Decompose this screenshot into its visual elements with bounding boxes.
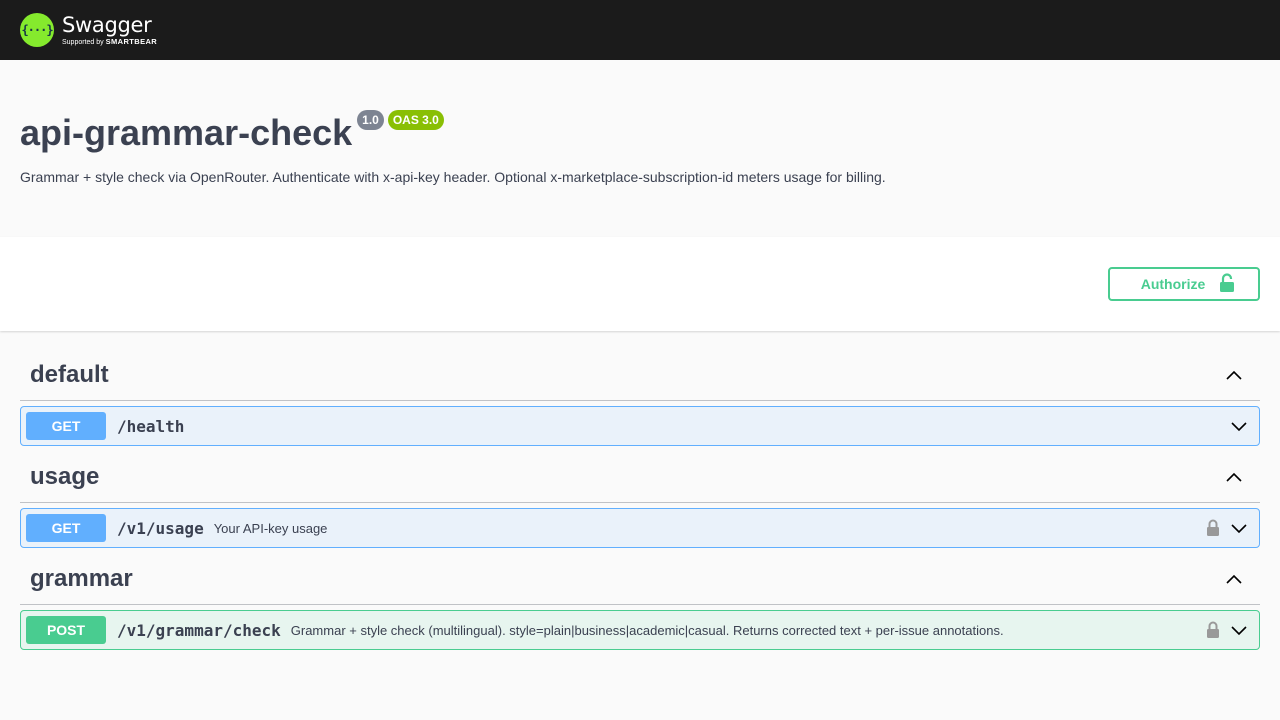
method-badge: POST [26, 616, 106, 644]
tag-section-grammar: grammar POST /v1/grammar/check Grammar +… [20, 548, 1260, 650]
api-title: api-grammar-check [20, 112, 353, 153]
chevron-up-icon[interactable] [1224, 467, 1244, 487]
operation-summary: Grammar + style check (multilingual). st… [290, 622, 1004, 638]
logo-mark-glyph: {···} [21, 23, 53, 37]
tag-name: default [30, 361, 109, 388]
operation-summary: Your API-key usage [213, 520, 328, 536]
operation-path: /v1/usage [117, 518, 204, 538]
version-badge: 1.0 [357, 110, 384, 130]
operations: default GET /health usage GET /v1/usage [0, 331, 1280, 650]
logo-text: Swagger Supported by SMARTBEAR [62, 14, 157, 47]
logo-subtitle: Supported by SMARTBEAR [62, 37, 157, 47]
chevron-down-icon[interactable] [1229, 518, 1249, 538]
authorize-label: Authorize [1140, 276, 1206, 292]
oas-badge: OAS 3.0 [387, 110, 444, 130]
operation-post-grammar-check[interactable]: POST /v1/grammar/check Grammar + style c… [20, 610, 1260, 650]
tag-name: usage [30, 463, 100, 490]
operation-path: /health [117, 416, 185, 436]
tag-section-usage: usage GET /v1/usage Your API-key usage [20, 446, 1260, 548]
tag-header-default[interactable]: default [20, 331, 1260, 401]
api-description: Grammar + style check via OpenRouter. Au… [20, 169, 886, 185]
authorize-button[interactable]: Authorize [1108, 267, 1260, 301]
operation-controls [1206, 611, 1249, 649]
operation-controls [1229, 407, 1249, 445]
unlocked-lock-icon [1219, 272, 1235, 296]
top-bar: {···} Swagger Supported by SMARTBEAR [0, 0, 1280, 60]
lock-icon[interactable] [1206, 621, 1220, 639]
api-info: api-grammar-check 1.0 OAS 3.0 Grammar + … [0, 60, 1280, 237]
tag-header-usage[interactable]: usage [20, 446, 1260, 503]
swagger-logo-icon: {···} [20, 13, 54, 47]
tag-header-grammar[interactable]: grammar [20, 548, 1260, 605]
swagger-logo[interactable]: {···} Swagger Supported by SMARTBEAR [20, 13, 157, 47]
chevron-down-icon[interactable] [1229, 416, 1249, 436]
operation-path: /v1/grammar/check [117, 620, 281, 640]
logo-name: Swagger [62, 12, 152, 37]
operation-get-usage[interactable]: GET /v1/usage Your API-key usage [20, 508, 1260, 548]
tag-section-default: default GET /health [20, 331, 1260, 446]
logo-supported-by: Supported by [62, 38, 104, 46]
chevron-up-icon[interactable] [1224, 365, 1244, 385]
operation-get-health[interactable]: GET /health [20, 406, 1260, 446]
logo-company: SMARTBEAR [105, 36, 158, 46]
operation-controls [1206, 509, 1249, 547]
chevron-down-icon[interactable] [1229, 620, 1249, 640]
lock-icon[interactable] [1206, 519, 1220, 537]
method-badge: GET [26, 412, 106, 440]
method-badge: GET [26, 514, 106, 542]
title-row: api-grammar-check 1.0 OAS 3.0 [20, 110, 1260, 153]
scheme-container: Authorize [0, 237, 1280, 331]
tag-name: grammar [30, 565, 133, 592]
chevron-up-icon[interactable] [1224, 569, 1244, 589]
